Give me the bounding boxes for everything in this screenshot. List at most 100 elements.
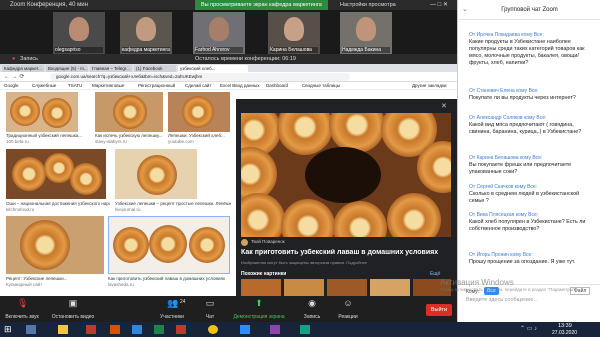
chat-title: Групповой чат Zoom [501,7,558,13]
participants-count: 24 [180,299,186,305]
result-caption[interactable]: Рецепт: Узбекские лепешки... [6,276,106,281]
reactions-button[interactable]: ☺ Реакции [326,299,370,321]
chrome-icon[interactable] [208,325,218,334]
result-caption[interactable]: Традиционный узбекский лепешка... [6,133,90,138]
chat-message-text: Сколько в среднем людей в узбекистанской… [469,190,580,204]
chat-collapse-icon[interactable]: ⌄ [462,5,468,13]
windows-activation-watermark: Активация Windows Чтобы активировать Win… [440,278,590,292]
result-caption[interactable]: Как испечь узбекскую лепешку... [95,133,165,138]
participant-tile[interactable]: Карина Белашова [268,12,320,54]
participant-tile[interactable]: кафедра маркетинга [120,12,172,54]
chat-button[interactable]: ▭ Чат [188,299,232,321]
image-result-thumbnail-selected[interactable] [108,216,230,274]
chat-message: От Сергей Скачков кому Все: Сколько в ср… [469,184,589,205]
taskbar-app-icon[interactable] [86,325,96,334]
participant-tile[interactable]: olegsapriso [53,12,105,54]
result-source: 100.beta.ru [6,139,29,144]
preview-image[interactable] [241,113,451,237]
participant-video [209,17,229,41]
result-source: Кулинарный сайт [6,282,43,287]
participant-tile[interactable]: Farhod Ahrorov [193,12,245,54]
bookmark-item[interactable]: Служебные [32,83,56,88]
chat-message-sender: От Станевич Елена кому Все: [469,88,539,94]
result-caption[interactable]: Оши – национальная достижения узбекского… [6,201,110,206]
zoom-icon[interactable] [240,325,250,334]
browser-tab[interactable]: (1) Facebook [134,65,176,72]
participant-video [69,17,89,41]
address-bar[interactable]: google.com.ua/search?q=узбекский+хлеб&tb… [50,73,350,81]
back-forward-reload-icons[interactable]: ← → ⟳ [4,73,24,80]
bookmark-item[interactable]: Dashboard [266,83,288,88]
start-button-icon[interactable]: ⊞ [4,324,12,335]
bookmark-item[interactable]: Google [4,83,19,88]
record-icon: ◉ [308,298,316,308]
window-controls[interactable]: — □ ✕ [430,1,448,8]
result-caption[interactable]: Лепешки. Узбекский хлеб... [168,133,232,138]
stop-video-label: Остановить видео [51,314,95,320]
site-favicon [241,239,248,246]
similar-image-thumb[interactable] [241,279,281,296]
clock-time[interactable]: 13:39 [558,323,572,329]
chat-message-text: Какие продукты в Узбекистане наиболее по… [469,38,585,66]
video-camera-icon: ▣ [68,298,78,308]
folder-icon[interactable] [58,325,68,334]
browser-tab[interactable]: Кафедра маркет... [2,65,44,72]
browser-tab[interactable]: Входящие (5) - m... [46,65,88,72]
excel-icon[interactable] [154,325,164,334]
share-screen-button[interactable]: ⬆ Демонстрация экрана [228,299,290,321]
participant-tile[interactable]: Надежда Бакина [340,12,392,54]
bread-image [20,220,70,270]
leave-meeting-button[interactable]: Выйти [426,304,452,316]
bookmark-item[interactable]: Регистрационный [138,83,175,88]
chat-message-text: Вы покупаете фрешк или предпочитаете упа… [469,161,572,175]
unmute-button[interactable]: 🎙 Включить звук [0,299,44,321]
word-icon[interactable] [132,325,142,334]
chat-message-sender: От Карина Белашова кому Все: [469,155,543,161]
image-result-thumbnail[interactable] [6,216,104,274]
similar-image-thumb[interactable] [370,279,410,296]
similar-image-thumb[interactable] [284,279,324,296]
close-preview-icon[interactable]: ✕ [441,102,447,110]
image-result-thumbnail[interactable] [168,92,230,132]
similar-image-thumb[interactable] [327,279,367,296]
taskbar-app-icon[interactable] [26,325,36,334]
bookmark-item[interactable]: Другие закладки [412,83,446,88]
result-caption[interactable]: Как приготовить узбекский лаваш в домашн… [108,276,232,281]
record-button[interactable]: ◉ Запись [296,298,328,321]
bread-image [12,157,46,191]
bread-image [189,227,225,263]
bread-image [113,227,149,263]
shared-browser-window: Кафедра маркет... Входящие (5) - m... Гл… [0,64,457,296]
record-label: Запись [20,56,39,62]
bookmark-item[interactable]: Маркетинговые [92,83,124,88]
taskbar-app-icon[interactable] [110,325,120,334]
share-notice-bar: ● Запись Осталось времени конференции: 0… [0,54,457,64]
browser-tab[interactable]: Главная – Telegr... [90,65,132,72]
image-result-thumbnail[interactable] [6,92,78,132]
clock-date[interactable]: 27.03.2020 [552,330,577,336]
bookmark-item[interactable]: Сделай сайт [185,83,211,88]
chat-label: Чат [205,314,215,320]
bookmark-item[interactable]: Excel Ввод данных [220,83,259,88]
preview-site-name[interactable]: Твой Поваренок [251,239,285,244]
bookmark-item[interactable]: Сводные таблицы [302,83,340,88]
taskbar-app-icon[interactable] [300,325,310,334]
chat-message-input[interactable]: Введите здесь сообщение... [466,297,538,303]
participants-icon: 👥 [167,298,179,308]
system-tray-icons[interactable]: ⌃ ▭ ♪ [520,325,537,332]
bread-image [113,95,147,129]
bread-image [42,98,72,128]
image-result-thumbnail[interactable] [95,92,163,132]
preview-title[interactable]: Как приготовить узбекский лаваш в домашн… [241,249,451,256]
more-link[interactable]: Ещё [430,271,440,277]
taskbar-app-icon[interactable] [270,325,280,334]
view-options-button[interactable]: Настройки просмотра [340,2,396,8]
powerpoint-icon[interactable] [176,325,186,334]
image-result-thumbnail[interactable] [6,149,106,199]
bookmark-item[interactable]: TSATU [68,83,82,88]
result-caption[interactable]: Узбекские лепешки – рецепт простые лепеш… [115,201,231,206]
browser-tab-active[interactable]: узбекский хлеб... [178,65,248,72]
chat-message-text: Прошу прощение за опоздание. Я уже тут. [469,258,576,265]
stop-video-button[interactable]: ▣ Остановить видео [48,298,98,321]
image-result-thumbnail[interactable] [115,149,197,199]
